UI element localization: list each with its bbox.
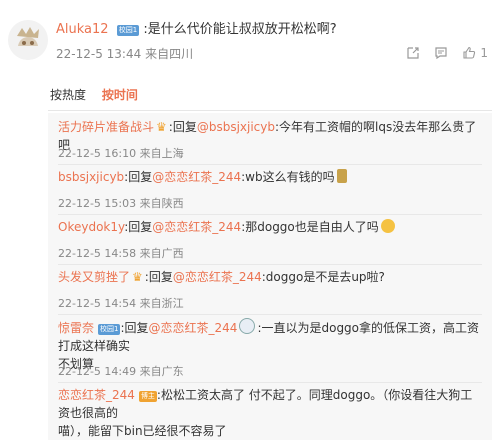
reply-meta: 22-12-5 16:10 来自上海 — [58, 145, 184, 161]
author-badge: 博主 — [138, 391, 157, 402]
comment-button[interactable] — [434, 46, 448, 60]
comment-icon — [435, 47, 447, 60]
campus-badge: 校园1 — [98, 324, 121, 335]
reply-source: 来自广西 — [139, 247, 184, 260]
reply-mention[interactable]: @恋恋红茶_244 — [149, 321, 238, 335]
reply-mention[interactable]: @恋恋红茶_244 — [152, 220, 241, 234]
reply-meta: 22-12-5 14:58 来自广西 — [58, 245, 184, 261]
reply-source: 来自广东 — [139, 365, 184, 378]
comment-text: :是什么代价能让叔叔放开松松啊? — [143, 22, 337, 37]
reply-text: :doggo是不是去up啦? — [261, 270, 385, 284]
reply-item: 恋恋红茶_244 博主:松松工资太高了 付不起了。同理doggo。（你设看往大狗工… — [58, 386, 482, 440]
emoji-icon — [380, 219, 395, 233]
reply-item: Okeydok1y:回复@恋恋红茶_244:那doggo也是自由人了吗 — [58, 218, 482, 236]
reply-time: 22-12-5 15:03 — [58, 197, 137, 210]
reply-time: 22-12-5 14:49 — [58, 365, 137, 378]
crown-icon: ♛ — [132, 270, 143, 284]
reply-divider — [58, 264, 482, 265]
reply-meta: 22-12-5 15:03 来自陕西 — [58, 195, 184, 211]
reply-text: :回复 — [124, 220, 153, 234]
reply-divider — [58, 214, 482, 215]
reply-text: :回复 — [144, 270, 173, 284]
reply-username[interactable]: bsbsjxjicyb — [58, 170, 124, 184]
reply-meta: 22-12-5 14:54 来自浙江 — [58, 295, 184, 311]
reply-username[interactable]: 惊雷奈 — [58, 321, 94, 335]
share-icon — [407, 47, 419, 59]
emoji-icon — [239, 318, 256, 334]
reply-meta: 22-12-5 14:49 来自广东 — [58, 363, 184, 379]
reply-text: 喵），能留下bin已经很不容易了 — [58, 424, 227, 438]
comment-actions: 1 — [406, 46, 488, 60]
reply-text: :wb这么有钱的吗 — [241, 170, 335, 184]
like-icon — [463, 46, 476, 59]
reply-username[interactable]: 头发又剪挫了 — [58, 270, 130, 284]
reply-mention[interactable]: @恋恋红茶_244 — [173, 270, 262, 284]
comment-meta: 22-12-5 13:44 来自四川 — [56, 45, 193, 62]
comment-thread: Aluka12 校园1 :是什么代价能让叔叔放开松松啊? 22-12-5 13:… — [0, 0, 500, 440]
like-count: 1 — [480, 46, 488, 60]
username-link[interactable]: Aluka12 — [56, 22, 109, 37]
reply-mention[interactable]: @恋恋红茶_244 — [152, 170, 241, 184]
reply-time: 22-12-5 14:58 — [58, 247, 137, 260]
campus-badge: 校园1 — [116, 25, 140, 36]
divider — [48, 110, 492, 111]
reply-divider — [58, 314, 482, 315]
reply-item: 头发又剪挫了 ♛:回复@恋恋红茶_244:doggo是不是去up啦? — [58, 268, 482, 286]
reply-text: :回复 — [124, 170, 153, 184]
main-comment: Aluka12 校园1 :是什么代价能让叔叔放开松松啊? 22-12-5 13:… — [0, 0, 500, 78]
reply-username[interactable]: 恋恋红茶_244 — [58, 388, 135, 402]
reply-source: 来自陕西 — [139, 197, 184, 210]
reply-divider — [58, 382, 482, 383]
reply-text: :回复 — [120, 321, 149, 335]
reply-text: :回复 — [168, 120, 197, 134]
user-avatar[interactable] — [8, 20, 48, 60]
like-button[interactable]: 1 — [462, 46, 488, 60]
tab-by-time[interactable]: 按时间 — [102, 88, 138, 102]
reply-mention[interactable]: @bsbsjxjicyb — [197, 120, 275, 134]
reply-username[interactable]: Okeydok1y — [58, 220, 124, 234]
crown-icon: ♛ — [156, 120, 167, 134]
reply-username[interactable]: 活力碎片准备战斗 — [58, 120, 154, 134]
reply-time: 22-12-5 14:54 — [58, 297, 137, 310]
reply-list: 活力碎片准备战斗 ♛:回复@bsbsjxjicyb:今年有工资帽的啊lqs没去年那… — [48, 113, 492, 440]
reply-source: 来自浙江 — [139, 297, 184, 310]
emoji-icon — [336, 169, 347, 183]
reply-text: :那doggo也是自由人了吗 — [241, 220, 379, 234]
comment-time: 22-12-5 13:44 — [56, 47, 142, 61]
tab-by-hotness[interactable]: 按热度 — [50, 88, 86, 102]
reply-source: 来自上海 — [139, 147, 184, 160]
reply-divider — [58, 164, 482, 165]
reply-sort-tabs: 按热度 按时间 — [50, 86, 150, 103]
reply-time: 22-12-5 16:10 — [58, 147, 137, 160]
reply-item: bsbsjxjicyb:回复@恋恋红茶_244:wb这么有钱的吗 — [58, 168, 482, 186]
comment-source: 来自四川 — [145, 47, 194, 61]
comment-header: Aluka12 校园1 :是什么代价能让叔叔放开松松啊? — [56, 18, 337, 37]
share-button[interactable] — [406, 46, 420, 60]
